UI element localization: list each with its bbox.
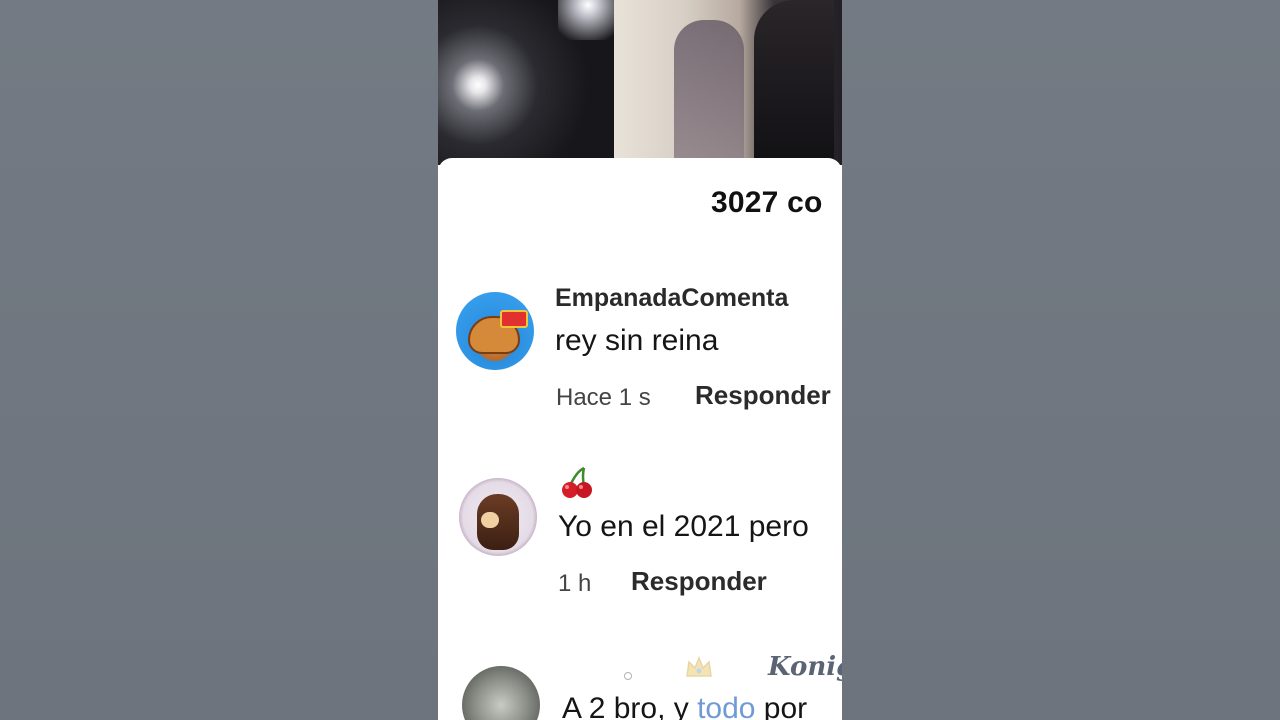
video-frame-left — [438, 0, 618, 165]
comment-username[interactable]: Konig — [768, 652, 842, 682]
figure-shape — [674, 20, 744, 165]
reply-button[interactable]: Responder — [695, 380, 831, 411]
comment-link[interactable]: todo — [697, 692, 755, 720]
comment-text-end: por — [755, 692, 808, 720]
video-frame-right — [614, 0, 842, 165]
blurred-background-right — [842, 0, 1280, 720]
blurred-background-left — [0, 0, 438, 720]
comments-sheet: 3027 co EmpanadaComenta rey sin reina Ha… — [438, 158, 842, 720]
comments-count-title: 3027 co — [711, 186, 823, 219]
comment-username[interactable]: EmpanadaComenta — [555, 284, 788, 313]
comment-time: 1 h — [558, 570, 592, 597]
avatar[interactable] — [462, 666, 540, 720]
speech-bubble-icon — [500, 310, 528, 328]
reply-button[interactable]: Responder — [631, 566, 767, 597]
comment-time: Hace 1 s — [556, 384, 651, 411]
comment-item: Yo en el 2021 pero 1 h Responder — [438, 466, 842, 608]
video-viewer: 3027 co EmpanadaComenta rey sin reina Ha… — [0, 0, 1280, 720]
avatar[interactable] — [456, 292, 534, 370]
comment-text: Yo en el 2021 pero — [558, 510, 809, 543]
light-flare — [558, 0, 618, 40]
comment-text-start: A 2 bro, y — [562, 692, 698, 720]
comment-text: A 2 bro, y todo por — [562, 692, 807, 720]
cherry-icon — [562, 466, 592, 498]
avatar[interactable] — [459, 478, 537, 556]
crown-icon — [686, 655, 712, 677]
deer-muzzle — [481, 512, 499, 528]
comment-text: rey sin reina — [555, 324, 719, 357]
dot-icon — [624, 672, 632, 680]
figure-shape-dark — [754, 0, 834, 165]
comment-item: Konig A 2 bro, y todo por — [438, 652, 842, 720]
phone-screen: 3027 co EmpanadaComenta rey sin reina Ha… — [438, 0, 842, 720]
comment-item: EmpanadaComenta rey sin reina Hace 1 s R… — [438, 284, 842, 422]
video-preview[interactable] — [438, 0, 842, 165]
